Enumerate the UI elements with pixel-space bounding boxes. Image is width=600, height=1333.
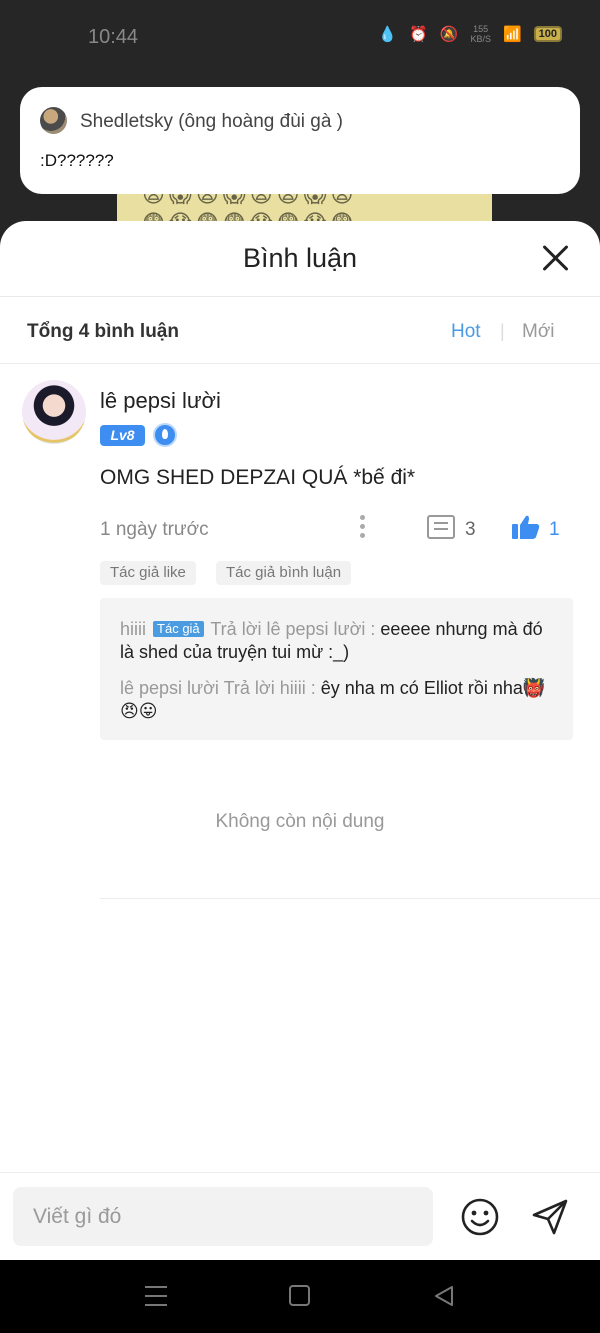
reply-count: 3 (465, 519, 476, 540)
sort-separator: | (500, 321, 505, 341)
emoji-icon[interactable] (460, 1197, 500, 1237)
notification-sender: Shedletsky (ông hoàng đùi gà ) (80, 111, 344, 132)
sort-hot-tab[interactable]: Hot (451, 321, 481, 343)
close-icon[interactable] (540, 243, 570, 273)
net-speed: 155 KB/S (470, 24, 491, 44)
comment-time: 1 ngày trước (100, 519, 209, 540)
comments-sheet: Bình luận Tổng 4 bình luận Hot | Mới lê … (0, 221, 600, 1260)
water-drop-icon: 💧 (378, 26, 398, 43)
comment-author[interactable]: lê pepsi lười (100, 388, 221, 414)
status-time: 10:44 (88, 26, 139, 48)
divider (100, 898, 600, 899)
comment-text: OMG SHED DEPZAI QUÁ *bế đi* (100, 466, 416, 489)
wifi-icon: 📶 (502, 26, 522, 43)
sort-new-tab[interactable]: Mới (522, 321, 555, 343)
notification-toast[interactable]: Shedletsky (ông hoàng đùi gà ) :D?????? (20, 87, 580, 194)
replies-box[interactable]: hiiii Tác giả Trả lời lê pepsi lười : ee… (100, 598, 573, 740)
thumbs-up-icon[interactable] (511, 514, 541, 540)
alarm-icon: ⏰ (409, 26, 428, 43)
sheet-title: Bình luận (242, 243, 358, 273)
more-icon[interactable] (358, 515, 366, 541)
author-liked-tag: Tác giả like (100, 561, 196, 585)
sender-avatar (40, 107, 67, 134)
reply-item[interactable]: lê pepsi lười Trả lời hiiii : êy nha m c… (120, 677, 560, 723)
status-icons: 💧 ⏰ 🔕 155 KB/S 📶 100 (378, 24, 562, 44)
comment-input-bar (0, 1172, 600, 1260)
author-commented-tag: Tác giả bình luận (216, 561, 352, 585)
sheet-header: Bình luận (0, 221, 600, 297)
status-bar: 10:44 💧 ⏰ 🔕 155 KB/S 📶 100 (0, 0, 600, 72)
mute-icon: 🔕 (439, 26, 459, 43)
author-badge: Tác giả (153, 621, 204, 637)
send-icon[interactable] (530, 1197, 570, 1237)
net-speed-unit: KB/S (470, 34, 491, 44)
notification-message: :D?????? (40, 151, 114, 170)
like-count: 1 (549, 519, 560, 540)
avatar[interactable] (22, 380, 86, 444)
reply-prefix: Trả lời hiiii : (223, 678, 316, 698)
nav-back-icon[interactable] (432, 1284, 456, 1308)
reply-prefix: Trả lời lê pepsi lười : (210, 619, 376, 639)
reply-item[interactable]: hiiii Tác giả Trả lời lê pepsi lười : ee… (120, 618, 560, 664)
nav-home-icon[interactable] (289, 1285, 310, 1306)
reply-author: lê pepsi lười (120, 678, 219, 698)
battery-icon: 100 (533, 26, 562, 42)
net-speed-value: 155 (473, 24, 489, 34)
reply-author: hiiii (120, 619, 147, 639)
comment-input[interactable] (13, 1187, 433, 1246)
reply-icon[interactable] (427, 515, 455, 539)
level-badge: Lv8 (100, 425, 145, 446)
rank-icon (153, 423, 177, 447)
comment-count-bar: Tổng 4 bình luận Hot | Mới (0, 297, 600, 364)
nav-menu-icon[interactable] (145, 1286, 167, 1306)
total-comments: Tổng 4 bình luận (27, 321, 179, 342)
end-of-content: Không còn nội dung (215, 811, 385, 832)
system-nav-bar (0, 1260, 600, 1333)
